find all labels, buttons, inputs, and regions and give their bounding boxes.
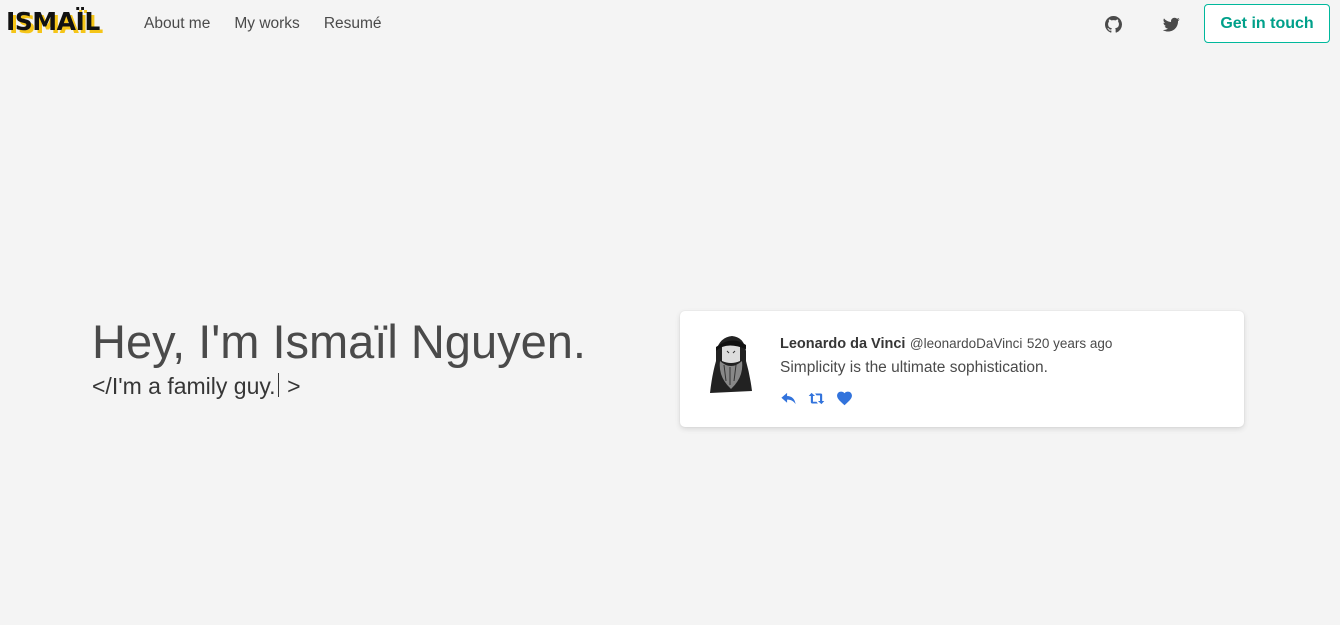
code-open-bracket: </ bbox=[92, 373, 112, 399]
nav-link-resume[interactable]: Resumé bbox=[324, 14, 382, 34]
site-logo[interactable]: ISMAÏL bbox=[6, 7, 100, 37]
typing-caret bbox=[277, 373, 280, 397]
typewriter-text: I'm a family guy. bbox=[111, 373, 276, 399]
tweet-author-name[interactable]: Leonardo da Vinci bbox=[780, 336, 905, 352]
navbar: ISMAÏL About me My works Resumé Get in t… bbox=[0, 0, 1340, 48]
github-icon[interactable] bbox=[1101, 12, 1125, 36]
reply-icon[interactable] bbox=[780, 390, 797, 407]
nav-link-about[interactable]: About me bbox=[144, 14, 210, 34]
avatar bbox=[710, 336, 752, 393]
twitter-icon[interactable] bbox=[1159, 12, 1183, 36]
tweet-card: Leonardo da Vinci @leonardoDaVinci 520 y… bbox=[680, 311, 1244, 427]
hero-subtitle: </I'm a family guy. > bbox=[92, 371, 301, 401]
retweet-icon[interactable] bbox=[808, 390, 825, 407]
nav-link-works[interactable]: My works bbox=[234, 14, 299, 34]
tweet-author-handle[interactable]: @leonardoDaVinci bbox=[910, 336, 1023, 351]
code-close-bracket: > bbox=[287, 373, 301, 399]
tweet-timestamp: 520 years ago bbox=[1026, 336, 1113, 351]
get-in-touch-button[interactable]: Get in touch bbox=[1204, 4, 1330, 43]
like-icon[interactable] bbox=[836, 390, 853, 407]
tweet-text: Simplicity is the ultimate sophisticatio… bbox=[780, 359, 1048, 376]
tweet-header: Leonardo da Vinci @leonardoDaVinci 520 y… bbox=[780, 335, 1112, 353]
hero-title: Hey, I'm Ismaïl Nguyen. bbox=[92, 315, 586, 368]
tweet-actions bbox=[780, 390, 864, 407]
nav-links: About me My works Resumé bbox=[144, 14, 406, 34]
